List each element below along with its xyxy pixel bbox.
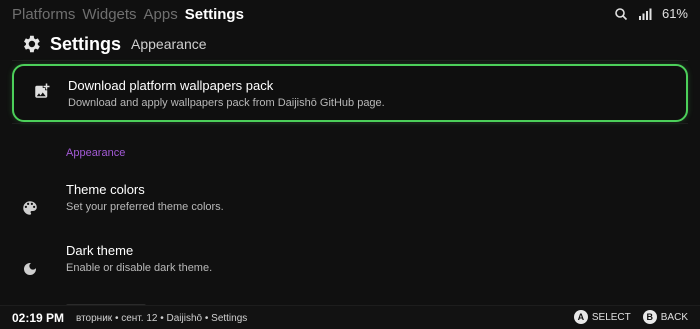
back-label: BACK (660, 311, 688, 323)
battery-percent: 61% (661, 6, 688, 21)
theme-colors-title: Theme colors (66, 182, 145, 197)
theme-colors-subtitle: Set your preferred theme colors. (66, 201, 224, 213)
palette-icon (20, 198, 40, 218)
download-wallpapers-item[interactable]: Download platform wallpapers pack Downlo… (12, 64, 688, 122)
section-label-appearance: Appearance (66, 147, 126, 159)
header-divider (12, 60, 688, 61)
footer-bar: 02:19 PM вторник • сент. 12 • Daijishō •… (0, 305, 700, 329)
moon-icon (20, 259, 40, 279)
gear-icon (20, 33, 42, 55)
add-photo-icon (32, 81, 52, 101)
dark-theme-text: Dark theme Enable or disable dark theme. (66, 243, 212, 274)
clock: 02:19 PM (12, 311, 65, 325)
download-item-subtitle: Download and apply wallpapers pack from … (68, 97, 385, 109)
status-bar: 61% (614, 6, 688, 21)
back-action[interactable]: B BACK (642, 310, 688, 324)
nav-tabs: Platforms Widgets Apps Settings (12, 6, 244, 23)
download-item-text: Download platform wallpapers pack Downlo… (68, 78, 385, 109)
page-title: Settings (50, 33, 122, 54)
top-nav: Platforms Widgets Apps Settings 61% (0, 0, 700, 30)
theme-colors-item[interactable]: Theme colors Set your preferred theme co… (0, 182, 700, 232)
a-button-icon: A (573, 310, 588, 324)
dark-theme-title: Dark theme (66, 243, 134, 258)
footer-info: вторник • сент. 12 • Daijishō • Settings (76, 313, 248, 324)
select-action[interactable]: A SELECT (573, 310, 631, 324)
select-label: SELECT (591, 311, 631, 323)
tab-platforms[interactable]: Platforms (12, 6, 75, 23)
signal-icon (638, 7, 652, 21)
tab-apps[interactable]: Apps (144, 6, 178, 23)
page-subtitle: Appearance (131, 36, 207, 52)
theme-colors-text: Theme colors Set your preferred theme co… (66, 182, 224, 213)
footer-actions: A SELECT B BACK (573, 310, 688, 324)
settings-screen: Platforms Widgets Apps Settings 61% Sett… (0, 0, 700, 329)
tab-widgets[interactable]: Widgets (82, 6, 136, 23)
search-icon[interactable] (614, 7, 628, 21)
dark-theme-subtitle: Enable or disable dark theme. (66, 262, 213, 274)
tab-settings[interactable]: Settings (185, 6, 244, 23)
page-header: Settings Appearance (20, 32, 207, 56)
download-item-title: Download platform wallpapers pack (68, 78, 274, 93)
b-button-icon: B (642, 310, 657, 324)
dark-theme-item[interactable]: Dark theme Enable or disable dark theme. (0, 243, 700, 293)
section-divider (12, 123, 688, 124)
